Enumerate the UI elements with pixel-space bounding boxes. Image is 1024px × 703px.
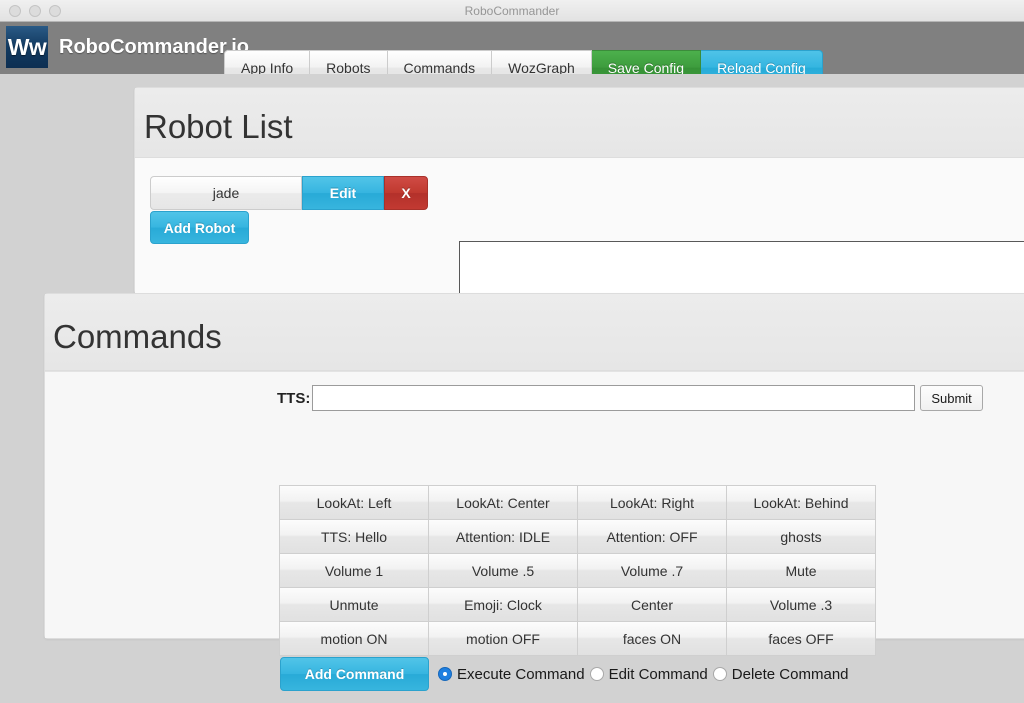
command-button[interactable]: LookAt: Right: [577, 485, 727, 520]
command-button[interactable]: Emoji: Clock: [428, 587, 578, 622]
commands-panel: Commands TTS: Submit LookAt: Left LookAt…: [44, 293, 1024, 691]
command-button[interactable]: TTS: Hello: [279, 519, 429, 554]
add-robot-button[interactable]: Add Robot: [150, 211, 249, 244]
radio-label-delete: Delete Command: [731, 665, 849, 683]
tts-row: TTS: Submit: [277, 385, 983, 411]
commands-title: Commands: [53, 318, 222, 355]
command-button[interactable]: Mute: [726, 553, 876, 588]
command-button[interactable]: motion OFF: [428, 621, 578, 656]
command-button[interactable]: Center: [577, 587, 727, 622]
tts-submit-button[interactable]: Submit: [920, 385, 983, 411]
robot-delete-button[interactable]: X: [384, 176, 428, 210]
command-button[interactable]: LookAt: Behind: [726, 485, 876, 520]
brand-name: RoboCommander.io: [59, 35, 250, 58]
commands-header: Commands: [45, 294, 1024, 371]
commands-body: TTS: Submit LookAt: Left LookAt: Center …: [45, 371, 1024, 691]
command-button[interactable]: LookAt: Center: [428, 485, 578, 520]
radio-execute-command[interactable]: Execute Command: [438, 666, 590, 683]
command-button-grid: LookAt: Left LookAt: Center LookAt: Righ…: [279, 485, 876, 656]
radio-label-execute: Execute Command: [457, 665, 585, 683]
command-button[interactable]: Attention: OFF: [577, 519, 727, 554]
add-command-button[interactable]: Add Command: [280, 657, 429, 691]
tts-label: TTS:: [277, 389, 311, 407]
window-title: RoboCommander: [464, 4, 560, 18]
command-mode-radio-group: Execute Command Edit Command Delete Comm…: [438, 666, 854, 683]
command-button[interactable]: Unmute: [279, 587, 429, 622]
robot-list-title: Robot List: [144, 108, 293, 145]
radio-delete-command[interactable]: Delete Command: [712, 665, 854, 683]
command-button[interactable]: LookAt: Left: [279, 485, 429, 520]
robot-row: jade Edit X: [150, 176, 428, 210]
brand[interactable]: Ww RoboCommander.io: [6, 26, 249, 68]
robot-list-body: jade Edit X Add Robot: [135, 158, 1024, 363]
command-button[interactable]: motion ON: [279, 621, 429, 656]
robot-list-panel: Robot List jade Edit X Add Robot: [134, 87, 1024, 363]
command-button[interactable]: faces ON: [577, 621, 727, 656]
window-titlebar: RoboCommander: [0, 0, 1024, 22]
robot-list-header: Robot List: [135, 88, 1024, 158]
radio-edit-command[interactable]: Edit Command: [589, 665, 713, 683]
command-button[interactable]: Volume 1: [279, 553, 429, 588]
command-button[interactable]: ghosts: [726, 519, 876, 554]
commands-action-row: Add Command Execute Command Edit Command…: [280, 657, 854, 691]
command-button[interactable]: faces OFF: [726, 621, 876, 656]
app-logo-icon: Ww: [6, 26, 48, 68]
command-button[interactable]: Volume .3: [726, 587, 876, 622]
robot-name-jade[interactable]: jade: [150, 176, 302, 210]
tts-input[interactable]: [312, 385, 916, 411]
command-button[interactable]: Volume .5: [428, 553, 578, 588]
radio-label-edit: Edit Command: [608, 665, 708, 683]
radio-unselected-icon[interactable]: [589, 667, 604, 681]
app-navbar: Ww RoboCommander.io App Info Robots Comm…: [0, 22, 1024, 85]
command-button[interactable]: Attention: IDLE: [428, 519, 578, 554]
radio-selected-icon[interactable]: [438, 667, 452, 681]
robot-edit-button[interactable]: Edit: [302, 176, 384, 210]
radio-unselected-icon[interactable]: [712, 667, 727, 681]
command-button[interactable]: Volume .7: [577, 553, 727, 588]
